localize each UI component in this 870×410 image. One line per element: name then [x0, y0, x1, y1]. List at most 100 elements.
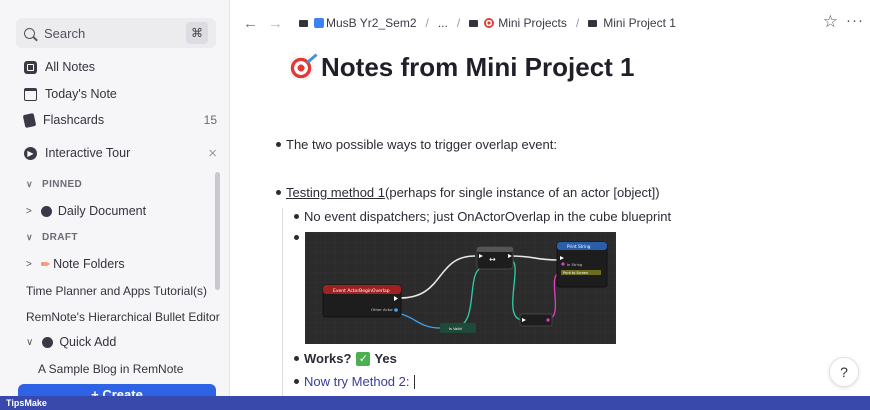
list-item-text: (perhaps for single instance of an actor… — [385, 185, 660, 200]
folder-icon — [588, 19, 598, 27]
more-options-icon[interactable]: ··· — [846, 12, 864, 29]
sidebar-item-label: Time Planner and Apps Tutorial(s) — [26, 284, 207, 298]
breadcrumb-item[interactable]: Mini Projects — [469, 16, 567, 30]
flashcards-count: 15 — [203, 113, 217, 127]
sidebar-scrollbar[interactable] — [215, 172, 220, 290]
folder-icon — [299, 19, 308, 27]
search-bar[interactable]: Search ⌘ — [16, 18, 216, 48]
sidebar-item-label: All Notes — [45, 60, 96, 74]
event-node-label: Event ActorBeginOverlap — [333, 288, 390, 294]
star-icon[interactable]: ☆ — [823, 12, 838, 32]
back-arrow-icon[interactable]: ← — [243, 15, 258, 32]
sidebar-item-label: Quick Add — [59, 335, 117, 349]
chevron-down-icon[interactable]: ∨ — [26, 337, 33, 348]
sidebar-item-todays-note[interactable]: Today's Note — [24, 83, 217, 105]
blueprint-image[interactable]: Event ActorBeginOverlap Other Actor ↔ Pr… — [305, 232, 616, 344]
chevron-right-icon[interactable]: > — [26, 259, 32, 270]
bullet-dot[interactable] — [276, 142, 281, 147]
tour-icon: ▶ — [24, 146, 37, 160]
text-cursor — [413, 374, 415, 389]
chevron-down-icon: ∨ — [26, 178, 33, 189]
sidebar-item-quick-add[interactable]: ∨ Quick Add — [26, 331, 217, 353]
draft-section-header[interactable]: ∨ DRAFT — [26, 228, 78, 246]
list-item-text[interactable]: Now try Method 2: — [304, 374, 410, 389]
top-bar: ← → MusB Yr2_Sem2 / ... / Mini Projects … — [231, 0, 870, 46]
list-item[interactable]: No event dispatchers; just OnActorOverla… — [294, 209, 671, 224]
sidebar-item-sample-blog[interactable]: A Sample Blog in RemNote — [38, 359, 221, 379]
rem-reference-link[interactable]: Testing method 1 — [286, 185, 385, 200]
page-title-text: Notes from Mini Project 1 — [321, 52, 635, 82]
chevron-down-icon: ∨ — [26, 231, 33, 242]
sidebar: Search ⌘ All Notes Today's Note Flashcar… — [0, 0, 230, 396]
create-button[interactable]: + Create — [18, 384, 216, 396]
section-label: PINNED — [42, 178, 83, 190]
help-button[interactable]: ? — [829, 357, 859, 387]
sidebar-item-label: A Sample Blog in RemNote — [38, 362, 184, 376]
document-icon — [40, 205, 52, 217]
list-item-text: The two possible ways to trigger overlap… — [286, 137, 557, 152]
print-to-screen-pin: Print to Screen — [563, 271, 588, 275]
folder-icon — [469, 19, 479, 27]
search-icon — [24, 27, 35, 39]
sidebar-item-bullet-editor[interactable]: RemNote's Hierarchical Bullet Editor — [26, 307, 221, 327]
list-item-text: Works? — [304, 351, 352, 366]
list-item[interactable]: Testing method 1 (perhaps for single ins… — [276, 185, 660, 200]
indent-guide — [282, 208, 283, 398]
is-valid-node-label: Is Valid — [449, 327, 462, 331]
close-icon[interactable]: × — [208, 145, 217, 162]
list-item-text: No event dispatchers; just OnActorOverla… — [304, 209, 672, 224]
pencil-icon: ✏ — [40, 258, 51, 271]
document-icon — [42, 336, 54, 348]
breadcrumb-separator: / — [456, 16, 461, 30]
sidebar-item-label: Daily Document — [57, 204, 147, 218]
breadcrumb-label: Mini Projects — [498, 16, 567, 30]
list-item[interactable] — [294, 235, 304, 240]
target-emoji-icon — [289, 55, 313, 80]
sidebar-item-all-notes[interactable]: All Notes — [24, 56, 217, 78]
bullet-dot[interactable] — [294, 214, 299, 219]
command-shortcut-badge: ⌘ — [186, 22, 208, 44]
breadcrumb-item[interactable]: MusB Yr2_Sem2 — [299, 16, 417, 30]
list-item[interactable]: The two possible ways to trigger overlap… — [276, 137, 557, 152]
sidebar-item-daily-document[interactable]: > Daily Document — [26, 200, 217, 222]
in-string-pin: In String — [567, 263, 582, 267]
svg-text:↔: ↔ — [489, 255, 496, 264]
pinned-section-header[interactable]: ∨ PINNED — [26, 175, 82, 193]
footer-banner: TipsMake — [0, 396, 870, 410]
sidebar-item-label: Today's Note — [45, 87, 117, 101]
blueprint-graph: Event ActorBeginOverlap Other Actor ↔ Pr… — [305, 232, 616, 344]
bullet-dot[interactable] — [294, 379, 299, 384]
sidebar-item-time-planner[interactable]: Time Planner and Apps Tutorial(s) — [26, 281, 221, 301]
sidebar-item-interactive-tour[interactable]: ▶ Interactive Tour × — [24, 142, 217, 164]
breadcrumb-label: Mini Project 1 — [603, 16, 676, 30]
section-label: DRAFT — [42, 231, 78, 243]
list-item[interactable]: Now try Method 2: — [294, 374, 415, 389]
breadcrumb-item[interactable]: Mini Project 1 — [588, 16, 676, 30]
chevron-right-icon[interactable]: > — [26, 206, 32, 217]
bullet-dot[interactable] — [294, 356, 299, 361]
print-string-node-label: Print String — [567, 244, 591, 249]
sidebar-item-flashcards[interactable]: Flashcards 15 — [22, 109, 217, 131]
search-label: Search — [44, 25, 86, 41]
sidebar-item-label: Interactive Tour — [45, 146, 131, 160]
sidebar-item-label: Note Folders — [53, 257, 125, 271]
forward-arrow-icon[interactable]: → — [268, 15, 283, 32]
breadcrumb-label: MusB Yr2_Sem2 — [326, 16, 417, 30]
sidebar-item-label: RemNote's Hierarchical Bullet Editor — [26, 310, 220, 324]
checkmark-icon: ✓ — [356, 351, 371, 366]
breadcrumb-separator: / — [425, 16, 429, 30]
breadcrumb-separator: / — [575, 16, 580, 30]
page-title[interactable]: Notes from Mini Project 1 — [289, 52, 635, 83]
breadcrumb-item[interactable]: ... — [438, 16, 448, 30]
answer-text: Yes — [374, 351, 397, 366]
breadcrumb-label: ... — [437, 16, 448, 30]
sidebar-item-label: Flashcards — [43, 113, 105, 127]
all-notes-icon — [24, 60, 37, 74]
calendar-icon — [24, 87, 37, 101]
list-item[interactable]: Works? ✓ Yes — [294, 351, 397, 366]
bullet-dot[interactable] — [294, 235, 299, 240]
sidebar-item-note-folders[interactable]: > ✏ Note Folders — [26, 253, 217, 275]
other-actor-pin: Other Actor — [371, 307, 393, 312]
target-emoji-icon — [484, 18, 495, 28]
bullet-dot[interactable] — [276, 190, 281, 195]
